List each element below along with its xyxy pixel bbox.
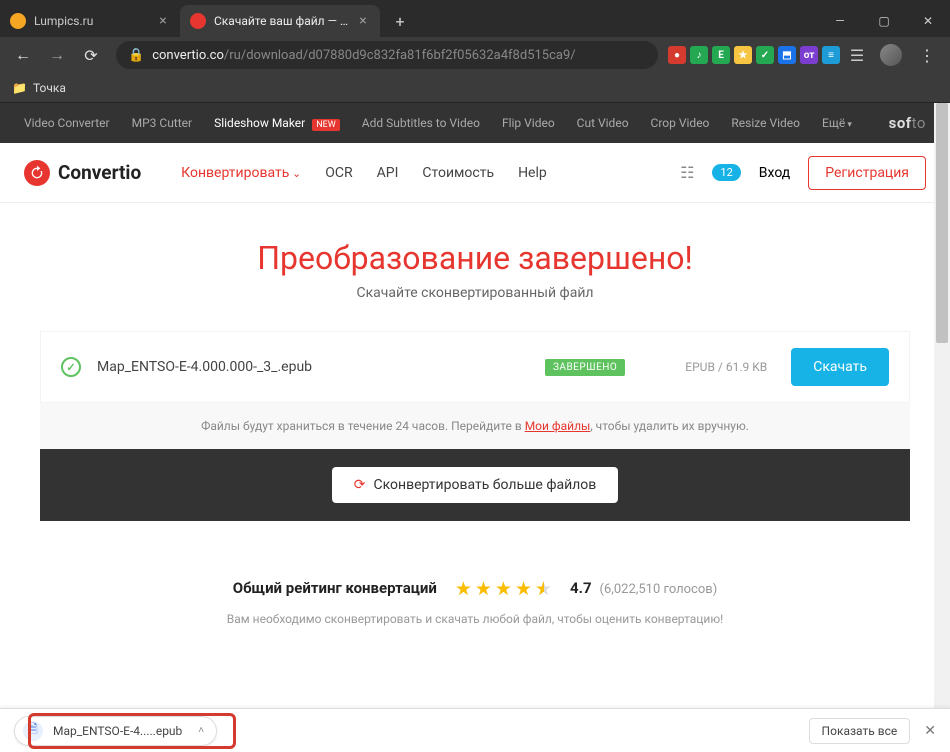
extension-icon[interactable]: E [712, 46, 730, 64]
reload-icon: ⟳ [354, 477, 366, 493]
my-files-link[interactable]: Мои файлы [525, 419, 591, 433]
reload-button[interactable]: ⟳ [76, 40, 106, 70]
extension-icon[interactable]: от [800, 46, 818, 64]
new-tab-button[interactable]: + [386, 7, 414, 35]
close-button[interactable]: ✕ [906, 5, 950, 37]
rating-stars: ★ ★ ★ ★ ★ [455, 577, 552, 600]
rating-value: 4.7 [570, 579, 592, 597]
logo-icon [24, 160, 50, 186]
rating-area: Общий рейтинг конвертаций ★ ★ ★ ★ ★ 4.7 … [40, 521, 910, 626]
scrollbar[interactable] [934, 103, 950, 708]
show-all-button[interactable]: Показать все [809, 718, 911, 744]
softo-toolbar: Video Converter MP3 Cutter Slideshow Mak… [0, 103, 950, 143]
profile-avatar[interactable] [880, 44, 902, 66]
kebab-menu[interactable]: ⋮ [912, 40, 942, 70]
extension-icon[interactable]: ⬒ [778, 46, 796, 64]
close-icon[interactable]: × [356, 14, 370, 28]
dark-band: ⟳ Сконвертировать больше файлов [40, 449, 910, 521]
url-domain: convertio.co [152, 48, 224, 63]
extension-icon[interactable]: ≡ [822, 46, 840, 64]
tab-title: Скачайте ваш файл — Convertio [214, 14, 350, 28]
layers-icon[interactable]: ☷ [680, 163, 694, 182]
star-half-icon: ★ [535, 577, 552, 600]
header-menu: Конвертировать OCR API Стоимость Help [181, 165, 547, 181]
download-item[interactable]: 🗎 Map_ENTSO-E-4.....epub ˄ [14, 716, 217, 746]
bookmark-folder[interactable]: 📁 Точка [12, 81, 66, 95]
extension-icon[interactable]: ✓ [756, 46, 774, 64]
softo-link[interactable]: Resize Video [731, 116, 800, 130]
chevron-up-icon[interactable]: ˄ [198, 725, 204, 736]
extension-icon[interactable]: ★ [734, 46, 752, 64]
star-icon: ★ [455, 577, 472, 600]
browser-titlebar: Lumpics.ru × Скачайте ваш файл — Convert… [0, 0, 950, 37]
close-icon[interactable]: × [156, 14, 170, 28]
back-button[interactable]: ← [8, 40, 38, 70]
download-shelf: 🗎 Map_ENTSO-E-4.....epub ˄ Показать все … [0, 708, 950, 752]
lock-icon: 🔒 [128, 48, 144, 63]
star-icon: ★ [475, 577, 492, 600]
convert-more-button[interactable]: ⟳ Сконвертировать больше файлов [332, 467, 619, 503]
extensions: ● ♪ E ★ ✓ ⬒ от ≡ [668, 46, 840, 64]
bookmark-label: Точка [33, 81, 66, 95]
rating-title: Общий рейтинг конвертаций [233, 579, 437, 597]
softo-link[interactable]: Video Converter [24, 116, 110, 130]
favicon-icon [10, 13, 26, 29]
bookmarks-bar: 📁 Точка [0, 73, 950, 103]
header-right: ☷ 12 Вход Регистрация [680, 156, 926, 190]
file-name: Map_ENTSO-E-4.000.000-_3_.epub [97, 359, 312, 375]
status-badge: ЗАВЕРШЕНО [545, 359, 625, 376]
menu-api[interactable]: API [377, 165, 399, 181]
site-header: Convertio Конвертировать OCR API Стоимос… [0, 143, 950, 203]
download-filename: Map_ENTSO-E-4.....epub [53, 724, 182, 738]
star-icon: ★ [495, 577, 512, 600]
window-controls: — ▢ ✕ [818, 5, 950, 37]
star-icon: ★ [515, 577, 532, 600]
register-button[interactable]: Регистрация [808, 156, 926, 190]
menu-ocr[interactable]: OCR [325, 165, 352, 181]
page-content: Video Converter MP3 Cutter Slideshow Mak… [0, 103, 950, 708]
tab-convertio[interactable]: Скачайте ваш файл — Convertio × [180, 5, 380, 37]
tab-title: Lumpics.ru [34, 14, 150, 28]
rating-subtitle: Вам необходимо сконвертировать и скачать… [40, 612, 910, 626]
softo-link[interactable]: Add Subtitles to Video [362, 116, 480, 130]
login-link[interactable]: Вход [759, 165, 790, 181]
file-meta: EPUB / 61.9 KB [685, 360, 767, 374]
storage-note: Файлы будут храниться в течение 24 часов… [40, 403, 910, 449]
site-logo[interactable]: Convertio [24, 160, 141, 186]
menu-pricing[interactable]: Стоимость [422, 165, 494, 181]
folder-icon: 📁 [12, 81, 27, 95]
softo-logo: softo [889, 114, 926, 132]
forward-button[interactable]: → [42, 40, 72, 70]
check-icon [61, 357, 81, 377]
address-bar-row: ← → ⟳ 🔒 convertio.co/ru/download/d07880d… [0, 37, 950, 73]
tab-lumpics[interactable]: Lumpics.ru × [0, 5, 180, 37]
shelf-close-button[interactable]: ✕ [924, 723, 936, 739]
minimize-button[interactable]: — [818, 5, 862, 37]
softo-link[interactable]: Slideshow Maker NEW [214, 116, 340, 130]
page-title: Преобразование завершено! [40, 239, 910, 277]
main-area: Преобразование завершено! Скачайте сконв… [0, 203, 950, 626]
softo-link[interactable]: Cut Video [577, 116, 629, 130]
url-path: /ru/download/d07880d9c832fa81f6bf2f05632… [224, 48, 576, 63]
rating-count: (6,022,510 голосов) [600, 582, 718, 597]
softo-link[interactable]: MP3 Cutter [132, 116, 192, 130]
page-subtitle: Скачайте сконвертированный файл [40, 285, 910, 301]
scroll-thumb[interactable] [936, 103, 948, 343]
download-button[interactable]: Скачать [791, 348, 889, 386]
softo-link[interactable]: Crop Video [651, 116, 710, 130]
file-row: Map_ENTSO-E-4.000.000-_3_.epub ЗАВЕРШЕНО… [40, 331, 910, 403]
menu-convert[interactable]: Конвертировать [181, 165, 301, 181]
new-badge: NEW [312, 119, 340, 131]
reading-list-icon[interactable]: ☰ [844, 46, 870, 65]
favicon-icon [190, 13, 206, 29]
document-icon: 🗎 [23, 721, 43, 741]
credits-badge[interactable]: 12 [712, 164, 740, 181]
softo-link[interactable]: Flip Video [502, 116, 555, 130]
softo-more[interactable]: Ещё [822, 116, 852, 130]
url-bar[interactable]: 🔒 convertio.co/ru/download/d07880d9c832f… [116, 41, 658, 69]
extension-icon[interactable]: ● [668, 46, 686, 64]
extension-icon[interactable]: ♪ [690, 46, 708, 64]
menu-help[interactable]: Help [518, 165, 547, 181]
maximize-button[interactable]: ▢ [862, 5, 906, 37]
